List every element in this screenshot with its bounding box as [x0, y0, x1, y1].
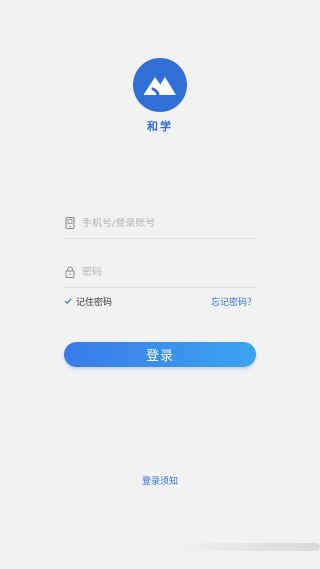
app-logo: 和学 [0, 58, 320, 134]
password-input[interactable] [82, 266, 242, 278]
phone-icon [64, 217, 76, 229]
login-options: 记住密码 忘记密码？ [64, 294, 256, 308]
mountain-logo-icon [133, 58, 187, 112]
forgot-password-link[interactable]: 忘记密码？ [211, 295, 256, 308]
account-field[interactable] [64, 208, 256, 239]
lock-icon [64, 266, 76, 278]
remember-password-label: 记住密码 [76, 297, 113, 308]
login-button[interactable]: 登录 [64, 342, 256, 367]
bottom-shadow [170, 543, 320, 551]
checkmark-icon[interactable] [64, 297, 72, 305]
remember-password-checkbox[interactable]: 记住密码 [64, 295, 112, 308]
account-input[interactable] [82, 217, 242, 229]
login-notice-link[interactable]: 登录须知 [0, 474, 320, 487]
password-field[interactable] [64, 257, 256, 288]
app-name: 和学 [147, 120, 173, 133]
